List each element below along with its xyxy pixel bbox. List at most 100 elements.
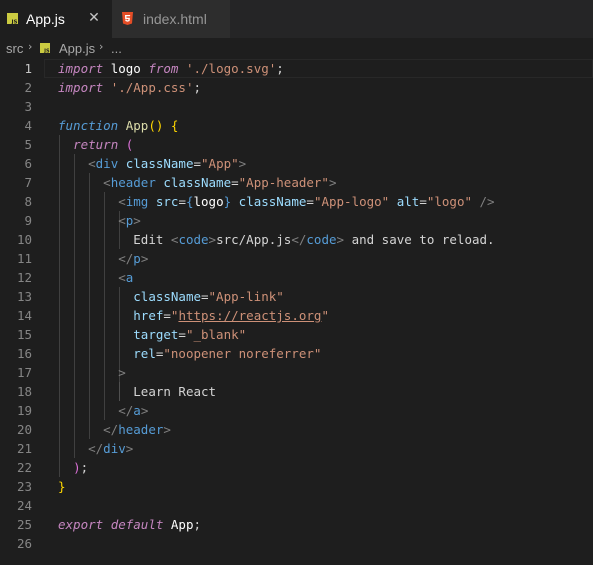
tag-bracket: > — [133, 213, 141, 228]
code-line-25[interactable]: export default App; — [58, 515, 201, 534]
tag-name: div — [103, 441, 126, 456]
code-line-17[interactable]: > — [58, 363, 126, 382]
punctuation: ; — [193, 517, 202, 532]
breadcrumb: src › JS App.js › ... — [0, 38, 593, 58]
tag-bracket: > — [328, 175, 337, 190]
bracket: { — [185, 194, 194, 209]
attribute-value: "logo" — [426, 194, 472, 209]
line-number: 12 — [16, 270, 32, 285]
attribute-name: className — [125, 156, 194, 171]
attribute-value: "App-link" — [208, 289, 284, 304]
attribute-name: className — [133, 289, 201, 304]
code-line-1[interactable]: import logo from './logo.svg'; — [58, 59, 284, 78]
code-line-8[interactable]: <img src={logo} className="App-logo" alt… — [58, 192, 495, 211]
tag-bracket: < — [118, 213, 126, 228]
attribute-value: "App-header" — [238, 175, 329, 190]
tag-name: code — [306, 232, 337, 247]
punctuation: = — [419, 194, 427, 209]
tag-bracket: > — [140, 251, 149, 266]
editor-area[interactable]: 1 2 3 4 5 6 7 8 9 10 11 12 13 14 15 16 1… — [0, 58, 593, 565]
line-number: 18 — [16, 384, 32, 399]
tag-bracket: < — [88, 156, 96, 171]
line-number: 15 — [16, 327, 32, 342]
jsx-text: and save to reload. — [344, 232, 495, 247]
punctuation: = — [201, 289, 209, 304]
tab-index-html[interactable]: index.html — [112, 0, 230, 38]
code-line-21[interactable]: </div> — [58, 439, 133, 458]
line-number: 8 — [24, 194, 32, 209]
line-number: 4 — [24, 118, 32, 133]
line-number: 1 — [24, 61, 32, 76]
tag-bracket: > — [336, 232, 345, 247]
breadcrumb-more[interactable]: ... — [111, 41, 122, 56]
jsx-text: Learn React — [133, 384, 217, 399]
code-line-10[interactable]: Edit <code>src/App.js</code> and save to… — [58, 230, 495, 249]
attribute-name: alt — [396, 194, 420, 209]
line-number: 9 — [24, 213, 32, 228]
code-line-20[interactable]: </header> — [58, 420, 171, 439]
line-number: 7 — [24, 175, 32, 190]
line-number: 6 — [24, 156, 32, 171]
code-line-19[interactable]: </a> — [58, 401, 148, 420]
string-literal: './App.css' — [110, 80, 194, 95]
code-line-7[interactable]: <header className="App-header"> — [58, 173, 336, 192]
line-number: 26 — [16, 536, 32, 551]
line-number: 25 — [16, 517, 32, 532]
code-line-6[interactable]: <div className="App"> — [58, 154, 246, 173]
bracket: () — [148, 118, 164, 133]
close-icon[interactable]: ✕ — [86, 9, 102, 27]
punctuation: ; — [276, 61, 284, 76]
code-line-9[interactable]: <p> — [58, 211, 141, 230]
identifier: logo — [110, 61, 141, 76]
keyword: export — [58, 517, 104, 532]
line-number: 24 — [16, 498, 32, 513]
attribute-value: "App-logo" — [313, 194, 390, 209]
tag-name: header — [118, 422, 164, 437]
punctuation: = — [178, 194, 186, 209]
punctuation: ; — [193, 80, 202, 95]
line-number: 11 — [16, 251, 32, 266]
code-line-4[interactable]: function App() { — [58, 116, 178, 135]
tag-name: header — [110, 175, 156, 190]
bracket: } — [58, 479, 66, 494]
tag-bracket: < — [118, 270, 126, 285]
tab-app-js[interactable]: JS App.js ✕ — [0, 0, 112, 38]
js-file-icon: JS — [7, 13, 18, 24]
line-number: 14 — [16, 308, 32, 323]
tag-bracket: /> — [479, 194, 495, 209]
line-number: 3 — [24, 99, 32, 114]
breadcrumb-file[interactable]: App.js — [59, 41, 95, 56]
bracket: ( — [125, 137, 134, 152]
line-number: 13 — [16, 289, 32, 304]
tag-bracket: > — [163, 422, 171, 437]
code-line-18[interactable]: Learn React — [58, 382, 216, 401]
keyword: default — [110, 517, 164, 532]
svg-text:JS: JS — [10, 20, 17, 25]
code-line-12[interactable]: <a — [58, 268, 133, 287]
tag-bracket: </ — [88, 441, 104, 456]
tag-bracket: < — [103, 175, 111, 190]
line-number: 23 — [16, 479, 32, 494]
code-line-16[interactable]: rel="noopener noreferrer" — [58, 344, 321, 363]
tag-bracket: </ — [118, 403, 134, 418]
code-line-13[interactable]: className="App-link" — [58, 287, 284, 306]
code-line-11[interactable]: </p> — [58, 249, 148, 268]
tag-bracket: < — [118, 194, 126, 209]
jsx-text: Edit — [133, 232, 171, 247]
tag-bracket: </ — [103, 422, 119, 437]
code-line-23[interactable]: } — [58, 477, 66, 496]
code-line-14[interactable]: href="https://reactjs.org" — [58, 306, 329, 325]
breadcrumb-folder[interactable]: src — [6, 41, 23, 56]
code-line-15[interactable]: target="_blank" — [58, 325, 246, 344]
line-number: 2 — [24, 80, 32, 95]
tag-name: img — [125, 194, 149, 209]
bracket: } — [223, 194, 232, 209]
code-line-2[interactable]: import './App.css'; — [58, 78, 201, 97]
tag-name: a — [125, 270, 134, 285]
code-line-22[interactable]: ); — [58, 458, 88, 477]
code-line-5[interactable]: return ( — [58, 135, 133, 154]
code-editor-window: JS App.js ✕ index.html src › JS App.js ›… — [0, 0, 593, 565]
url-link[interactable]: https://reactjs.org — [178, 308, 321, 323]
chevron-right-icon: › — [99, 40, 104, 53]
html5-file-icon — [122, 12, 133, 25]
